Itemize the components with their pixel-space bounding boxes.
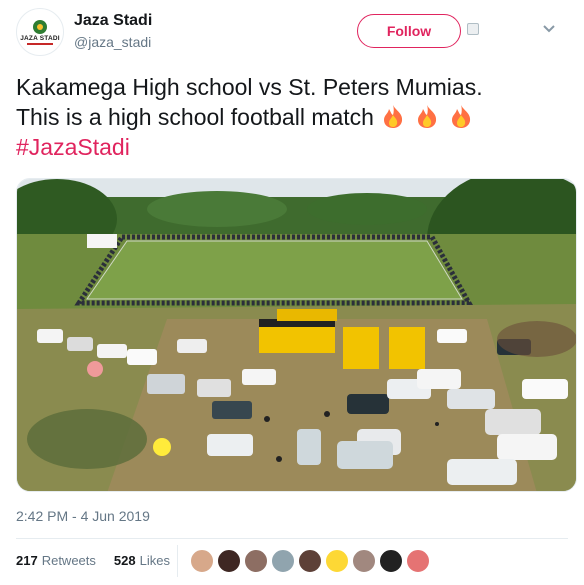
- fire-emoji-icon: [417, 105, 437, 128]
- avatar-logo-text: JAZA STADI: [20, 34, 60, 42]
- tweet-line-1: Kakamega High school vs St. Peters Mumia…: [16, 74, 483, 100]
- likes-label[interactable]: Likes: [140, 553, 170, 568]
- liker-avatar[interactable]: [271, 549, 295, 573]
- display-name[interactable]: Jaza Stadi: [74, 12, 152, 30]
- chevron-down-icon[interactable]: [542, 22, 556, 36]
- liker-avatar[interactable]: [406, 549, 430, 573]
- tweet-photo[interactable]: [16, 178, 577, 492]
- user-handle[interactable]: @jaza_stadi: [74, 34, 151, 50]
- retweets-label[interactable]: Retweets: [42, 553, 96, 568]
- stats-gap: [100, 553, 110, 568]
- liker-avatar[interactable]: [379, 549, 403, 573]
- football-logo-icon: [33, 19, 47, 34]
- liker-avatar[interactable]: [244, 549, 268, 573]
- liker-avatar[interactable]: [190, 549, 214, 573]
- liker-avatar[interactable]: [298, 549, 322, 573]
- tweet-line-2-text: This is a high school football match: [16, 104, 374, 130]
- hashtag-link[interactable]: #JazaStadi: [16, 132, 572, 162]
- liker-avatar[interactable]: [352, 549, 376, 573]
- divider-top: [16, 538, 568, 539]
- avatar[interactable]: JAZA STADI: [16, 8, 64, 56]
- tweet-timestamp[interactable]: 2:42 PM - 4 Jun 2019: [16, 508, 150, 524]
- verified-badge-icon: [467, 23, 479, 35]
- stats-separator: [177, 545, 178, 577]
- follow-button[interactable]: Follow: [357, 14, 461, 48]
- engagement-stats: 217 Retweets 528 Likes: [16, 553, 170, 568]
- tweet-text: Kakamega High school vs St. Peters Mumia…: [16, 72, 572, 162]
- likes-count[interactable]: 528: [114, 553, 136, 568]
- likers-avatars: [190, 549, 430, 573]
- fire-emoji-icon: [383, 105, 403, 128]
- retweets-count[interactable]: 217: [16, 553, 38, 568]
- fire-emoji-icon: [451, 105, 471, 128]
- tweet-line-2: This is a high school football match: [16, 102, 572, 132]
- liker-avatar[interactable]: [217, 549, 241, 573]
- logo-underline: [27, 42, 53, 45]
- aerial-stadium-image: [17, 179, 576, 491]
- liker-avatar[interactable]: [325, 549, 349, 573]
